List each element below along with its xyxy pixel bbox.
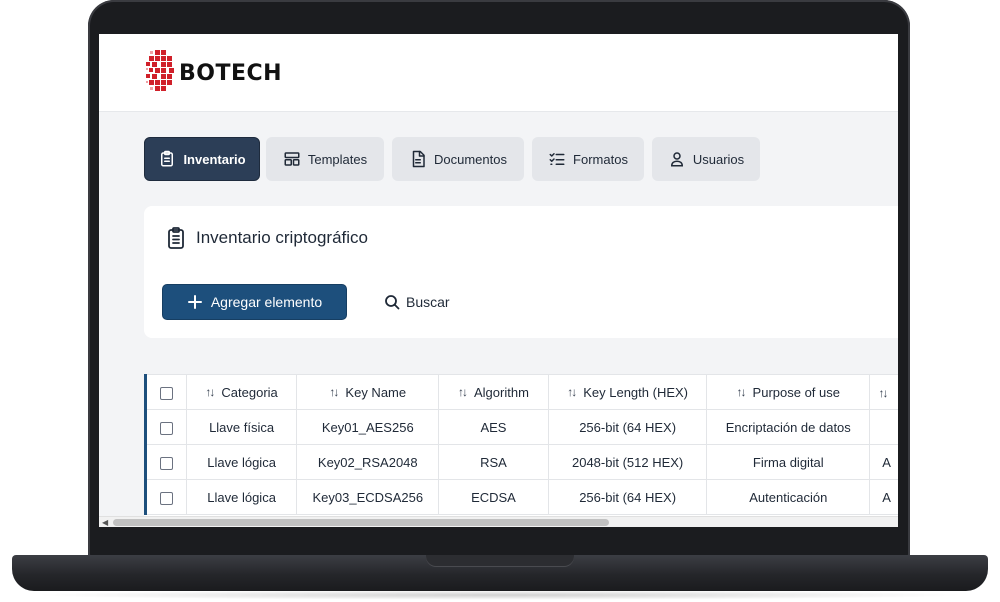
cell-next xyxy=(869,409,898,445)
page-title-text: Inventario criptográfico xyxy=(196,228,368,247)
user-icon xyxy=(670,152,683,167)
add-element-label: Agregar elemento xyxy=(210,294,323,310)
column-header-key-length[interactable]: ↑↓ Key Length (HEX) xyxy=(547,374,708,410)
row-checkbox[interactable] xyxy=(144,409,187,445)
column-header-algorithm[interactable]: ↑↓ Algorithm xyxy=(438,374,549,410)
app-header: BOTECH xyxy=(99,34,898,112)
sort-icon: ↑↓ xyxy=(458,385,468,400)
inventory-table: ↑↓ Categoria ↑↓ Key Name ↑↓ Algorithm ↑↓ Key… xyxy=(144,374,898,516)
search-icon xyxy=(385,295,400,310)
brand-name: BOTECH xyxy=(179,61,283,86)
clipboard-list-icon xyxy=(168,227,184,249)
cell-key-name: Key03_ECDSA256 xyxy=(296,479,440,515)
cell-purpose: Firma digital xyxy=(706,444,871,480)
column-header-categoria[interactable]: ↑↓ Categoria xyxy=(185,374,298,410)
row-checkbox[interactable] xyxy=(144,479,187,515)
cell-algorithm: RSA xyxy=(438,444,549,480)
sort-icon: ↑↓ xyxy=(567,385,577,400)
document-icon xyxy=(412,150,425,168)
cell-key-length: 256-bit (64 HEX) xyxy=(547,479,708,515)
tab-formatos[interactable]: Formatos xyxy=(532,137,644,181)
brand-logo[interactable]: BOTECH xyxy=(145,48,305,98)
cell-categoria: Llave lógica xyxy=(185,479,298,515)
table-row[interactable]: Llave física Key01_AES256 AES 256-bit (6… xyxy=(144,409,898,445)
cell-next: A xyxy=(869,479,898,515)
tab-label: Usuarios xyxy=(692,151,745,167)
botech-logo-icon xyxy=(146,50,174,91)
cell-categoria: Llave lógica xyxy=(185,444,298,480)
cell-algorithm: ECDSA xyxy=(438,479,549,515)
app-screen: BOTECH Inventario Templates Documentos F… xyxy=(99,34,898,527)
sort-icon: ↑↓ xyxy=(329,385,339,400)
select-all-checkbox[interactable] xyxy=(144,374,187,410)
tab-label: Formatos xyxy=(573,151,628,167)
plus-icon xyxy=(187,295,202,309)
clipboard-list-icon xyxy=(161,150,174,167)
scrollbar-thumb[interactable] xyxy=(113,519,609,526)
table-row[interactable]: Llave lógica Key02_RSA2048 RSA 2048-bit … xyxy=(144,444,898,480)
column-header-next[interactable]: ↑↓ xyxy=(869,374,898,410)
tab-label: Templates xyxy=(307,151,368,167)
layout-template-icon xyxy=(284,152,300,166)
search-label: Buscar xyxy=(406,294,450,310)
sort-icon: ↑↓ xyxy=(736,385,747,400)
sort-icon: ↑↓ xyxy=(205,385,215,400)
tab-label: Inventario xyxy=(183,151,246,167)
laptop-notch xyxy=(426,555,574,567)
tab-label: Documentos xyxy=(434,151,507,167)
scroll-left-icon[interactable]: ◀ xyxy=(102,518,108,527)
cell-categoria: Llave física xyxy=(185,409,298,445)
inventory-card: Inventario criptográfico Agregar element… xyxy=(144,206,898,338)
add-element-button[interactable]: Agregar elemento xyxy=(162,284,347,320)
row-checkbox[interactable] xyxy=(144,444,187,480)
tab-templates[interactable]: Templates xyxy=(266,137,384,181)
cell-key-length: 256-bit (64 HEX) xyxy=(547,409,708,445)
cell-key-name: Key02_RSA2048 xyxy=(296,444,440,480)
column-header-key-name[interactable]: ↑↓ Key Name xyxy=(296,374,440,410)
cell-next: A xyxy=(869,444,898,480)
list-checks-icon xyxy=(549,153,565,165)
cell-key-name: Key01_AES256 xyxy=(296,409,440,445)
laptop-shadow xyxy=(30,590,970,600)
horizontal-scrollbar[interactable]: ◀ xyxy=(99,516,898,527)
table-header-row: ↑↓ Categoria ↑↓ Key Name ↑↓ Algorithm ↑↓ Key… xyxy=(144,374,898,410)
cell-purpose: Encriptación de datos xyxy=(706,409,871,445)
tab-documentos[interactable]: Documentos xyxy=(392,137,524,181)
cell-key-length: 2048-bit (512 HEX) xyxy=(547,444,708,480)
cell-algorithm: AES xyxy=(438,409,549,445)
table-row[interactable]: Llave lógica Key03_ECDSA256 ECDSA 256-bi… xyxy=(144,479,898,515)
tab-inventario[interactable]: Inventario xyxy=(144,137,260,181)
cell-purpose: Autenticación xyxy=(706,479,871,515)
sort-icon: ↑↓ xyxy=(878,385,889,400)
tab-usuarios[interactable]: Usuarios xyxy=(652,137,760,181)
search-button[interactable]: Buscar xyxy=(384,284,450,320)
column-header-purpose[interactable]: ↑↓ Purpose of use xyxy=(706,374,871,410)
page-title: Inventario criptográfico xyxy=(164,226,368,250)
